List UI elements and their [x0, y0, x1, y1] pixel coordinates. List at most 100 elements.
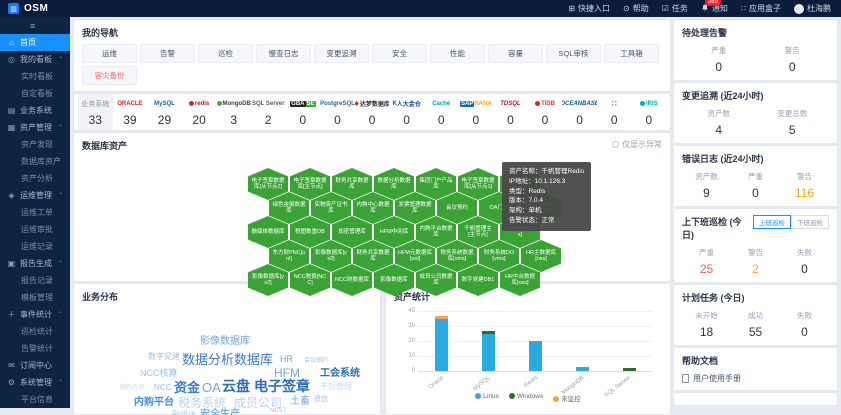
sidebar-item-首页[interactable]: ⌂首页: [0, 34, 70, 51]
sidebar-item-运维管理[interactable]: ◈运维管理⌃: [0, 187, 70, 204]
sidebar-subitem-模板管理[interactable]: 模板管理: [0, 289, 70, 306]
quick-nav-button-变更追溯[interactable]: 变更追溯: [314, 44, 369, 63]
quick-nav-button-告警[interactable]: 告警: [140, 44, 195, 63]
db-type-tdsql[interactable]: TDSQL0: [493, 94, 528, 130]
sidebar-item-事件统计[interactable]: ＋事件统计⌃: [0, 306, 70, 323]
quick-entry-icon: ⊞: [568, 5, 575, 13]
toggle-button-下班巡检[interactable]: 下班巡检: [791, 215, 829, 229]
stat-label: 严重: [682, 247, 731, 258]
sidebar-subitem-实时看板[interactable]: 实时看板: [0, 68, 70, 85]
db-type-oceanbase[interactable]: OCEANBASE0: [562, 94, 597, 130]
right-card-title: 变更追溯 (近24小时): [682, 89, 829, 102]
sidebar-subitem-运维审批[interactable]: 运维审批: [0, 221, 70, 238]
navbar-item-任务[interactable]: ☑任务: [662, 3, 688, 14]
sidebar-subitem-资产发现[interactable]: 资产发现: [0, 136, 70, 153]
navbar-item-label: 帮助: [633, 3, 649, 14]
bar-segment-Linux: [435, 319, 448, 372]
iris-logo-icon: IRIS: [632, 97, 667, 110]
radio-icon[interactable]: [612, 141, 619, 148]
stat-value: 116: [780, 186, 829, 200]
cloud-word-资金: 资金: [174, 381, 200, 394]
stacked-bar-chart: 010203040OracleMySQLRedisMongoDBSQL Serv…: [394, 307, 662, 403]
db-type-count: 0: [562, 113, 597, 127]
db-type-mongo[interactable]: MongoDB3: [216, 94, 251, 130]
stat-value: 18: [682, 325, 731, 339]
db-type-iris[interactable]: IRIS 0: [632, 94, 667, 130]
db-type-count: 0: [424, 113, 459, 127]
cloud-word-NCC: NCC: [154, 384, 171, 392]
sidebar-subitem-巡检统计[interactable]: 巡检统计: [0, 323, 70, 340]
navbar-item-帮助[interactable]: ⊙帮助: [623, 3, 649, 14]
quick-nav-button-慢查日志[interactable]: 慢查日志: [256, 44, 311, 63]
y-tick-label: 0: [412, 368, 415, 374]
tooltip-line: IP地址：10.1.126.3: [509, 177, 584, 187]
sidebar-subitem-运维工单[interactable]: 运维工单: [0, 204, 70, 221]
navbar-item-label: 快捷入口: [578, 3, 610, 14]
db-type-count: 0: [632, 113, 667, 127]
db-type-tidb[interactable]: TiDB0: [528, 94, 563, 130]
stat-失败: 失败0: [780, 310, 829, 339]
stat-value: 2: [731, 262, 780, 276]
sidebar-item-label: 资产管理: [20, 122, 52, 133]
stat-label: 失败: [780, 247, 829, 258]
partial-card: [674, 393, 837, 405]
navbar-item-label: 杜海鹏: [807, 3, 831, 14]
stat-value: 9: [682, 186, 731, 200]
cloud-word-NCC核算: NCC核算: [140, 369, 178, 378]
quick-nav-button-工具箱[interactable]: 工具箱: [604, 44, 659, 63]
db-type-count: 0: [320, 113, 355, 127]
db-type-oracle[interactable]: ORACLE39: [113, 94, 148, 130]
db-type-dots[interactable]: ∷0: [597, 94, 632, 130]
db-type-hana[interactable]: SAPHANA0: [459, 94, 494, 130]
sidebar-subitem-报告记录[interactable]: 报告记录: [0, 272, 70, 289]
sidebar-item-报告生成[interactable]: ▣报告生成⌃: [0, 255, 70, 272]
sidebar-subitem-告警统计[interactable]: 告警统计: [0, 340, 70, 357]
db-type-mysql[interactable]: MySQL29: [147, 94, 182, 130]
sidebar-subitem-自定看板[interactable]: 自定看板: [0, 85, 70, 102]
quick-nav-button-性能[interactable]: 性能: [430, 44, 485, 63]
quick-nav-button-容灾备份[interactable]: 容灾备份: [82, 66, 137, 85]
toggle-button-上班巡检[interactable]: 上班巡检: [753, 215, 791, 229]
stat-label: 警告: [731, 247, 780, 258]
db-type-postgres[interactable]: PostgreSQL0: [320, 94, 355, 130]
sidebar-item-label: 首页: [20, 37, 36, 48]
sidebar-item-业务系统[interactable]: ▤业务系统: [0, 102, 70, 119]
sidebar-subitem-运维记录[interactable]: 运维记录: [0, 238, 70, 255]
navbar-item-快捷入口[interactable]: ⊞快捷入口: [568, 3, 610, 14]
quick-nav-button-容量[interactable]: 容量: [488, 44, 543, 63]
user-manual-link[interactable]: 用户使用手册: [682, 373, 829, 384]
sidebar-subitem-平台信息[interactable]: 平台信息: [0, 391, 70, 408]
y-tick-label: 30: [408, 323, 415, 329]
db-type-sqlserver[interactable]: SQL Server2: [251, 94, 286, 130]
quick-nav-button-巡检[interactable]: 巡检: [198, 44, 253, 63]
quick-nav-button-安全[interactable]: 安全: [372, 44, 427, 63]
sidebar-item-系统管理[interactable]: ⚙系统管理⌃: [0, 374, 70, 391]
only-abnormal-filter[interactable]: 仅显示异常: [612, 139, 662, 150]
sidebar-item-资产管理[interactable]: ▦资产管理⌃: [0, 119, 70, 136]
db-type-redis[interactable]: redis20: [182, 94, 217, 130]
db-type-dm[interactable]: ◆达梦数据库0: [355, 94, 390, 130]
navbar-item-应用盒子[interactable]: ∷应用盒子: [741, 3, 781, 14]
sidebar-subitem-资产分析[interactable]: 资产分析: [0, 170, 70, 187]
sidebar-collapse-icon[interactable]: ≡: [0, 17, 70, 34]
db-type-all[interactable]: 业务系统33: [78, 94, 113, 130]
db-type-cache[interactable]: Caché0: [424, 94, 459, 130]
cloud-word-会议预约: 会议预约: [304, 358, 328, 364]
sidebar-subitem-数据库资产[interactable]: 数据库资产: [0, 153, 70, 170]
legend-item-Windows: Windows: [509, 393, 543, 403]
sidebar-item-我的看板[interactable]: ◎我的看板⌃: [0, 51, 70, 68]
bar-segment-Linux: [576, 367, 589, 372]
subscribe-icon: ✉: [7, 361, 16, 370]
sidebar-item-订阅中心[interactable]: ✉订阅中心: [0, 357, 70, 374]
stat-失败: 失败0: [780, 247, 829, 276]
quick-nav-button-运维[interactable]: 运维: [82, 44, 137, 63]
navbar-item-通知[interactable]: 369通知: [701, 3, 728, 14]
chevron-up-icon: ⌃: [58, 192, 66, 199]
quick-nav-button-SQL审核[interactable]: SQL审核: [546, 44, 601, 63]
sidebar-item-label: 运维管理: [20, 190, 52, 201]
db-type-kingbase[interactable]: K人大金仓0: [389, 94, 424, 130]
db-type-gbase[interactable]: GBASE0: [286, 94, 321, 130]
bar-segment-Windows: [482, 331, 495, 334]
right-card-帮助文档: 帮助文档用户使用手册: [674, 348, 837, 390]
navbar-item-杜海鹏[interactable]: 杜海鹏: [794, 3, 831, 14]
